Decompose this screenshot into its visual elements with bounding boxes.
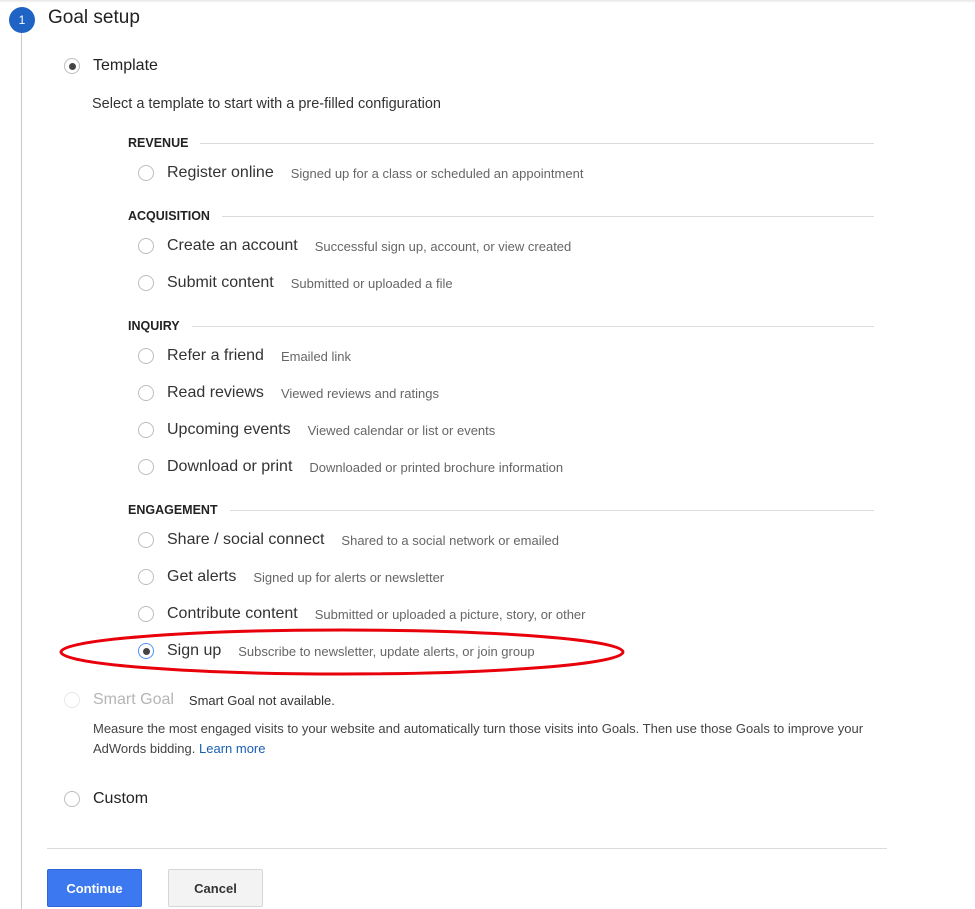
option-contribute-content[interactable]: Contribute content Submitted or uploaded… <box>138 604 586 624</box>
section-heading-revenue: REVENUE <box>128 136 874 150</box>
option-name: Register online <box>167 164 274 181</box>
option-description: Submitted or uploaded a picture, story, … <box>314 606 586 622</box>
section-divider <box>200 142 874 144</box>
option-register-online[interactable]: Register online Signed up for a class or… <box>138 163 583 183</box>
radio-button-disabled <box>64 692 80 708</box>
option-description: Signed up for alerts or newsletter <box>253 569 445 585</box>
option-name: Create an account <box>167 237 298 254</box>
section-heading-engagement: ENGAGEMENT <box>128 503 874 517</box>
option-description: Emailed link <box>280 348 352 364</box>
option-download-print[interactable]: Download or print Downloaded or printed … <box>138 457 563 477</box>
radio-button[interactable] <box>138 348 154 364</box>
option-name: Share / social connect <box>167 531 325 548</box>
option-read-reviews[interactable]: Read reviews Viewed reviews and ratings <box>138 383 439 403</box>
step-number-badge: 1 <box>9 7 35 33</box>
option-create-account[interactable]: Create an account Successful sign up, ac… <box>138 236 571 256</box>
radio-button[interactable] <box>138 385 154 401</box>
section-divider <box>191 325 874 327</box>
radio-button-selected[interactable] <box>138 643 154 659</box>
option-name: Upcoming events <box>167 421 291 438</box>
custom-radio[interactable] <box>64 791 80 807</box>
option-name: Download or print <box>167 458 293 475</box>
smart-goal-label: Smart Goal <box>93 691 174 708</box>
option-description: Viewed reviews and ratings <box>280 385 439 401</box>
radio-button[interactable] <box>138 459 154 475</box>
top-shadow <box>0 0 975 3</box>
radio-button[interactable] <box>138 606 154 622</box>
option-name: Refer a friend <box>167 347 264 364</box>
option-refer-friend[interactable]: Refer a friend Emailed link <box>138 346 351 366</box>
option-sign-up[interactable]: Sign up Subscribe to newsletter, update … <box>138 641 535 661</box>
option-submit-content[interactable]: Submit content Submitted or uploaded a f… <box>138 273 453 293</box>
option-description: Viewed calendar or list or events <box>307 422 496 438</box>
section-divider <box>221 215 874 217</box>
smart-goal-status: Smart Goal not available. <box>188 692 335 708</box>
section-heading-text: ENGAGEMENT <box>128 503 218 517</box>
template-description: Select a template to start with a pre-fi… <box>92 96 441 112</box>
template-label: Template <box>93 57 158 74</box>
radio-button[interactable] <box>138 422 154 438</box>
section-heading-text: INQUIRY <box>128 319 180 333</box>
radio-button[interactable] <box>138 532 154 548</box>
continue-button[interactable]: Continue <box>47 869 142 907</box>
footer-divider <box>47 848 887 849</box>
option-share-social[interactable]: Share / social connect Shared to a socia… <box>138 530 559 550</box>
option-name: Read reviews <box>167 384 264 401</box>
section-heading-inquiry: INQUIRY <box>128 319 874 333</box>
step-connector-line <box>21 33 22 909</box>
option-name: Get alerts <box>167 568 237 585</box>
radio-button[interactable] <box>138 569 154 585</box>
option-upcoming-events[interactable]: Upcoming events Viewed calendar or list … <box>138 420 495 440</box>
option-get-alerts[interactable]: Get alerts Signed up for alerts or newsl… <box>138 567 444 587</box>
section-heading-text: ACQUISITION <box>128 209 210 223</box>
section-divider <box>229 509 874 511</box>
option-description: Downloaded or printed brochure informati… <box>309 459 564 475</box>
section-heading-acquisition: ACQUISITION <box>128 209 874 223</box>
step-title: Goal setup <box>48 7 140 28</box>
radio-button[interactable] <box>138 275 154 291</box>
option-description: Submitted or uploaded a file <box>290 275 453 291</box>
learn-more-link[interactable]: Learn more <box>199 741 265 756</box>
radio-button[interactable] <box>138 165 154 181</box>
option-description: Shared to a social network or emailed <box>341 532 559 548</box>
radio-button[interactable] <box>138 238 154 254</box>
section-heading-text: REVENUE <box>128 136 189 150</box>
option-name: Submit content <box>167 274 274 291</box>
cancel-button[interactable]: Cancel <box>168 869 263 907</box>
smart-goal-option: Smart Goal Smart Goal not available. <box>64 691 335 709</box>
option-description: Successful sign up, account, or view cre… <box>314 238 572 254</box>
option-description: Signed up for a class or scheduled an ap… <box>290 165 584 181</box>
smart-goal-description: Measure the most engaged visits to your … <box>93 719 883 759</box>
custom-label: Custom <box>93 790 149 807</box>
option-name: Sign up <box>167 642 222 659</box>
option-name: Contribute content <box>167 605 298 622</box>
option-description: Subscribe to newsletter, update alerts, … <box>238 643 535 659</box>
template-radio[interactable] <box>64 58 80 74</box>
